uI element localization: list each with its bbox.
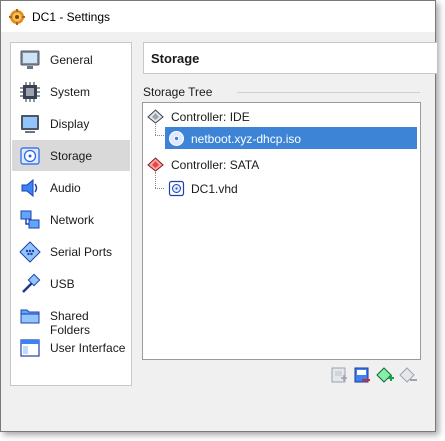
- tree-item-controller-sata[interactable]: Controller: SATA: [147, 153, 417, 175]
- sidebar-item-display[interactable]: Display: [12, 108, 130, 139]
- sidebar-item-shared-folders[interactable]: Shared Folders: [12, 300, 130, 337]
- tree-item-label: DC1.vhd: [191, 182, 238, 196]
- settings-window: DC1 - Settings General System Display St…: [0, 0, 437, 432]
- display-icon: [21, 115, 39, 133]
- network-icon: [20, 210, 40, 229]
- sidebar-item-label: Display: [50, 117, 90, 131]
- speaker-icon: [21, 178, 38, 198]
- monitor-icon: [20, 50, 40, 69]
- sidebar-item-label: System: [50, 85, 91, 99]
- sata-controller-icon: [147, 157, 164, 172]
- tree-connector: [155, 188, 164, 189]
- page-title: Storage: [151, 51, 200, 66]
- optical-disc-icon: [169, 131, 184, 146]
- sidebar-item-general[interactable]: General: [12, 44, 130, 75]
- group-divider: [237, 92, 420, 93]
- sidebar-item-label: USB: [50, 277, 75, 291]
- folder-icon: [20, 309, 40, 324]
- serial-port-icon: [19, 241, 41, 263]
- sidebar-item-storage[interactable]: Storage: [12, 140, 130, 171]
- sidebar-item-system[interactable]: System: [12, 76, 130, 107]
- usb-icon: [22, 273, 41, 293]
- sidebar-item-network[interactable]: Network: [12, 204, 130, 235]
- sidebar-item-audio[interactable]: Audio: [12, 172, 130, 203]
- sidebar-item-label: Network: [50, 213, 95, 227]
- window-title: DC1 - Settings: [32, 10, 111, 24]
- sidebar-item-label: Storage: [50, 149, 93, 163]
- tree-item-optical-disc[interactable]: netboot.xyz-dhcp.iso: [165, 127, 417, 149]
- page-header: Storage: [143, 42, 437, 74]
- remove-attachment-icon[interactable]: [353, 366, 371, 384]
- tree-item-label: netboot.xyz-dhcp.iso: [191, 132, 302, 146]
- sidebar-item-label: User Interface: [50, 341, 126, 355]
- window-icon: [20, 339, 40, 357]
- add-controller-icon[interactable]: [376, 366, 394, 384]
- sidebar-item-user-interface[interactable]: User Interface: [12, 332, 130, 363]
- tree-item-label: Controller: IDE: [171, 110, 250, 124]
- tree-item-controller-ide[interactable]: Controller: IDE: [147, 105, 417, 127]
- sidebar-item-usb[interactable]: USB: [12, 268, 130, 299]
- tree-item-hard-disk[interactable]: DC1.vhd: [165, 177, 417, 199]
- chip-icon: [20, 82, 40, 102]
- title-bar: DC1 - Settings: [1, 1, 435, 32]
- storage-disc-icon: [20, 147, 40, 165]
- settings-category-list[interactable]: General System Display Storage Audio Net…: [10, 42, 132, 386]
- add-attachment-icon[interactable]: [330, 366, 348, 384]
- sidebar-item-label: Audio: [50, 181, 81, 195]
- sidebar-item-label: General: [50, 53, 93, 67]
- sidebar-item-label: Serial Ports: [50, 245, 113, 259]
- hard-disk-icon: [168, 180, 185, 197]
- remove-controller-icon[interactable]: [399, 366, 417, 384]
- virtualbox-gear-icon: [9, 9, 25, 25]
- storage-tree[interactable]: Controller: IDE netboot.xyz-dhcp.iso Con…: [142, 102, 421, 360]
- sidebar-item-serial-ports[interactable]: Serial Ports: [12, 236, 130, 267]
- tree-connector: [155, 135, 164, 136]
- storage-tree-label: Storage Tree: [143, 85, 213, 99]
- ide-controller-icon: [147, 109, 164, 124]
- tree-item-label: Controller: SATA: [171, 158, 260, 172]
